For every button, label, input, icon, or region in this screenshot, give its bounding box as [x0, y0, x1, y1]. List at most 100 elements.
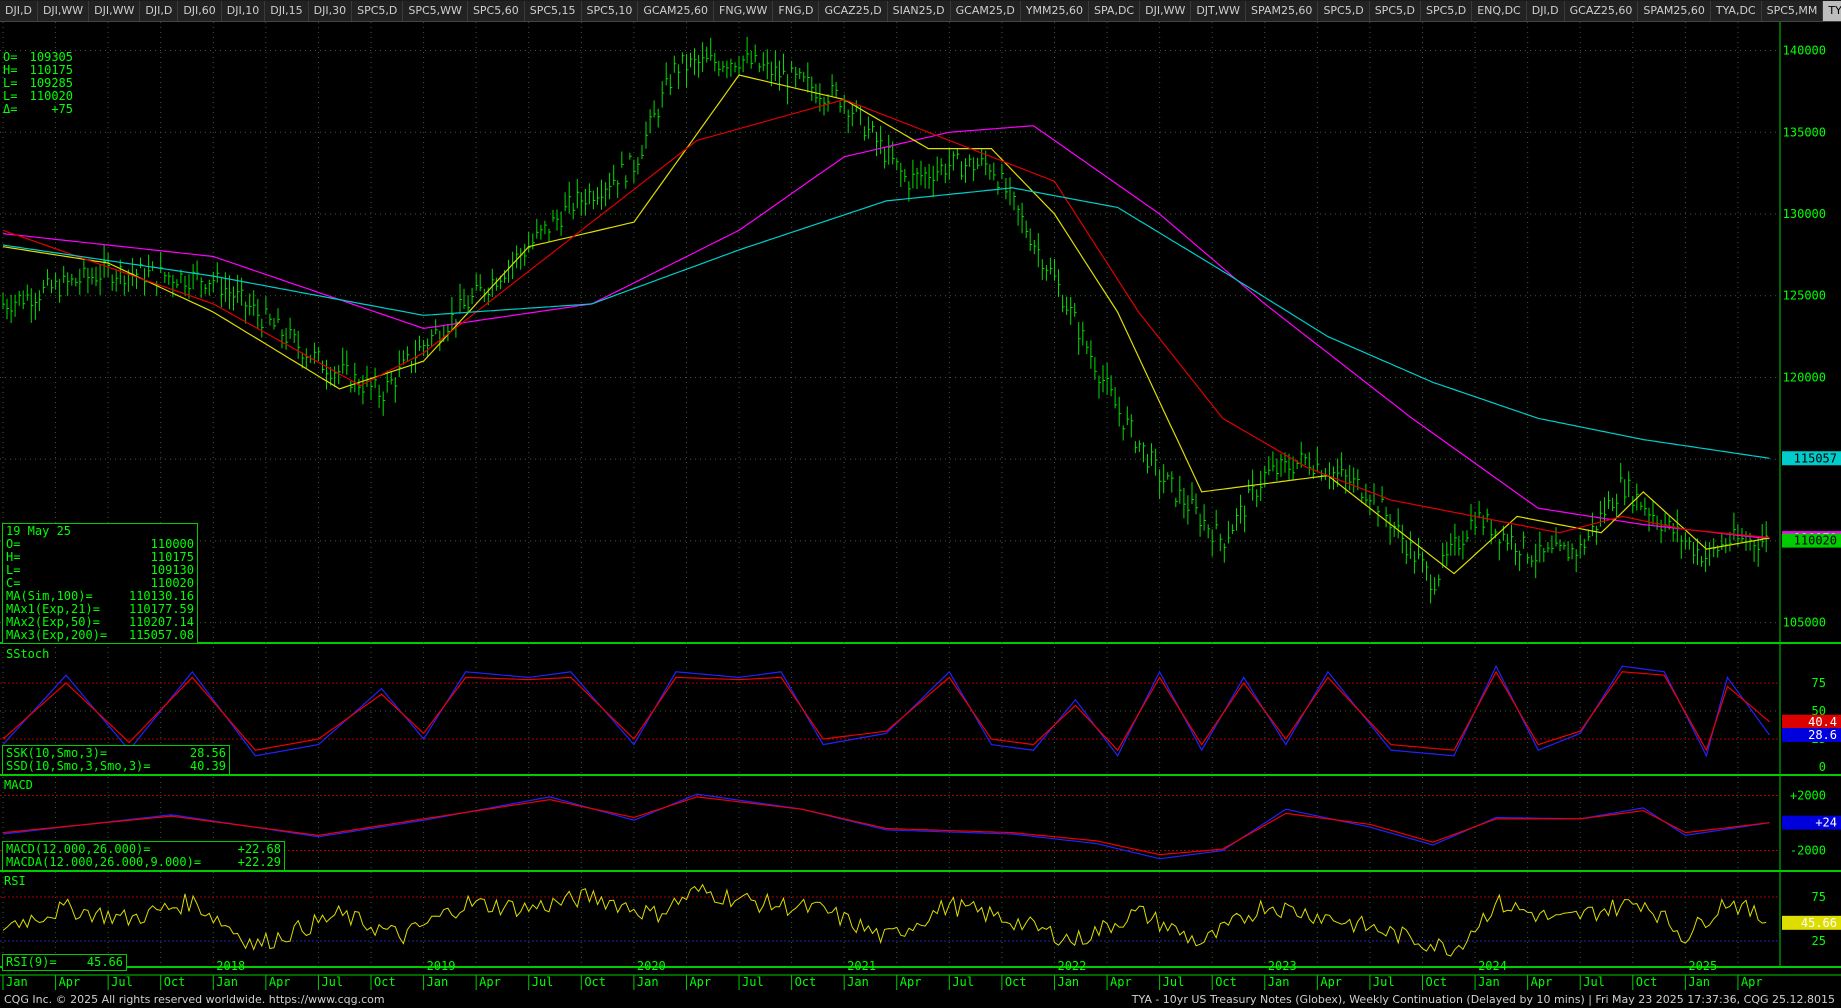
- tab-spc5-mm[interactable]: SPC5,MM: [1761, 1, 1824, 21]
- tab-spam25-60[interactable]: SPAM25,60: [1638, 1, 1711, 21]
- tab-tya-w[interactable]: TYA,W: [1823, 1, 1841, 21]
- ma-line-ma-sim-100-: [2, 125, 1770, 540]
- price-axis-label: 135000: [1783, 125, 1826, 139]
- time-axis-month: Apr: [1741, 975, 1763, 989]
- tab-dji-15[interactable]: DJI,15: [265, 1, 309, 21]
- tab-spc5-10[interactable]: SPC5,10: [581, 1, 639, 21]
- tab-spc5-d[interactable]: SPC5,D: [1369, 1, 1421, 21]
- time-axis-month: Jan: [6, 975, 28, 989]
- tab-gcam25-d[interactable]: GCAM25,D: [950, 1, 1021, 21]
- data-window: 19 May 25 O= 110000 H= 110175 L= 109130 C= 1100…: [2, 523, 198, 644]
- macd-readout: MACD(12.000,26.000)= +22.68 MACDA(12.000,2…: [2, 841, 285, 871]
- rsi-row: RSI(9)= 45.66: [6, 956, 123, 969]
- tab-fng-ww[interactable]: FNG,WW: [714, 1, 774, 21]
- tab-dji-ww[interactable]: DJI,WW: [1140, 1, 1192, 21]
- time-axis-month: Apr: [1531, 975, 1553, 989]
- price-panel: [2, 36, 1770, 604]
- data-window-row: MAx3(Exp,200)= 115057.08: [6, 629, 194, 642]
- status-footer: CQG Inc. © 2025 All rights reserved worl…: [0, 992, 1841, 1008]
- tab-gcaz25-d[interactable]: GCAZ25,D: [819, 1, 888, 21]
- tab-dji-d[interactable]: DJI,D: [140, 1, 179, 21]
- time-axis-month: Jul: [742, 975, 764, 989]
- time-axis-month: Jan: [1478, 975, 1500, 989]
- tab-tya-dc[interactable]: TYA,DC: [1710, 1, 1762, 21]
- stoch-tag: 28.6: [1808, 728, 1837, 742]
- time-axis-year: 2019: [427, 959, 456, 973]
- tab-ymm25-60[interactable]: YMM25,60: [1020, 1, 1090, 21]
- time-axis-month: Apr: [689, 975, 711, 989]
- tab-dji-d[interactable]: DJI,D: [0, 1, 38, 21]
- time-axis-month: Apr: [1110, 975, 1132, 989]
- tab-spc5-15[interactable]: SPC5,15: [524, 1, 582, 21]
- time-axis-year: 2021: [847, 959, 876, 973]
- data-window-label: MAx3(Exp,200)=: [6, 628, 108, 642]
- tab-dji-d[interactable]: DJI,D: [1526, 1, 1565, 21]
- stochastic-panel: [2, 664, 1770, 758]
- tab-dji-30[interactable]: DJI,30: [308, 1, 353, 21]
- tab-spc5-d[interactable]: SPC5,D: [1420, 1, 1473, 21]
- tab-gcam25-60[interactable]: GCAM25,60: [638, 1, 715, 21]
- time-axis-month: Jul: [1373, 975, 1395, 989]
- stoch-tag: 40.4: [1808, 715, 1837, 729]
- time-axis-month: Jan: [637, 975, 659, 989]
- time-axis-year: 2022: [1057, 959, 1086, 973]
- time-axis-year: 2023: [1268, 959, 1297, 973]
- rsi-line: [2, 883, 1767, 957]
- time-axis-month: Jul: [321, 975, 343, 989]
- price-tag: 115057: [1794, 451, 1837, 465]
- time-axis-month: Jan: [216, 975, 238, 989]
- tab-dji-ww[interactable]: DJI,WW: [89, 1, 141, 21]
- ohlc-readout: O= 109305 H= 110175 L= 109285 L= 110020 Δ= +75: [3, 25, 73, 129]
- data-window-value: 115057.08: [128, 628, 194, 642]
- time-axis-year: 2020: [637, 959, 666, 973]
- time-axis-year: 2018: [216, 959, 245, 973]
- tab-enq-dc[interactable]: ENQ,DC: [1472, 1, 1527, 21]
- tab-fng-d[interactable]: FNG,D: [773, 1, 820, 21]
- tab-djt-ww[interactable]: DJT,WW: [1191, 1, 1247, 21]
- price-axis-label: 120000: [1783, 370, 1826, 384]
- time-axis-month: Apr: [900, 975, 922, 989]
- stoch-axis-label: 75: [1812, 676, 1826, 690]
- stoch-k-line: [2, 664, 1770, 758]
- stoch-panel-title: SStoch: [6, 647, 50, 661]
- stoch-row: SSD(10,Smo,3,Smo,3)= 40.39: [6, 760, 226, 773]
- tab-dji-10[interactable]: DJI,10: [221, 1, 266, 21]
- macd-tag: +24: [1815, 816, 1837, 830]
- time-axis-month: Oct: [1425, 975, 1447, 989]
- time-axis-month: Oct: [1215, 975, 1237, 989]
- time-axis-month: Jul: [952, 975, 974, 989]
- time-axis-month: Apr: [269, 975, 291, 989]
- tab-spam25-60[interactable]: SPAM25,60: [1246, 1, 1319, 21]
- macd-axis-label: -2000: [1790, 844, 1826, 858]
- time-axis-month: Jul: [1163, 975, 1185, 989]
- time-axis-month: Oct: [164, 975, 186, 989]
- ma-line-max2-exp-50-: [2, 98, 1770, 539]
- time-axis-month: Oct: [584, 975, 606, 989]
- time-axis-month: Jul: [532, 975, 554, 989]
- macd-row: MACDA(12.000,26.000,9.000)= +22.29: [6, 856, 281, 869]
- tab-sian25-d[interactable]: SIAN25,D: [887, 1, 951, 21]
- stoch-axis-label: 0: [1819, 760, 1826, 774]
- macd-value: +22.29: [237, 855, 281, 869]
- tab-gcaz25-60[interactable]: GCAZ25,60: [1564, 1, 1639, 21]
- tab-dji-ww[interactable]: DJI,WW: [37, 1, 90, 21]
- chart-tab-bar: DJI,D DJI,WW DJI,WW DJI,D DJI,60 DJI,10 DJI,15…: [0, 0, 1841, 22]
- rsi-axis-label: 75: [1812, 890, 1826, 904]
- tab-spc5-d[interactable]: SPC5,D: [1318, 1, 1370, 21]
- macd-axis-label: +2000: [1790, 789, 1826, 803]
- time-axis-month: Oct: [1005, 975, 1027, 989]
- tab-spc5-ww[interactable]: SPC5,WW: [403, 1, 468, 21]
- price-axis-label: 125000: [1783, 289, 1826, 303]
- tab-dji-60[interactable]: DJI,60: [178, 1, 222, 21]
- ohlc-row: Δ= +75: [3, 103, 73, 116]
- tab-spc5-d[interactable]: SPC5,D: [352, 1, 404, 21]
- rsi-panel-title: RSI: [4, 874, 26, 888]
- rsi-panel: [2, 883, 1767, 957]
- tab-spa-dc[interactable]: SPA,DC: [1089, 1, 1141, 21]
- time-axis-month: Jan: [427, 975, 449, 989]
- price-axis-label: 105000: [1783, 616, 1826, 630]
- time-axis-month: Apr: [479, 975, 501, 989]
- rsi-label: RSI(9)=: [6, 955, 57, 969]
- rsi-axis-label: 25: [1812, 934, 1826, 948]
- tab-spc5-60[interactable]: SPC5,60: [467, 1, 525, 21]
